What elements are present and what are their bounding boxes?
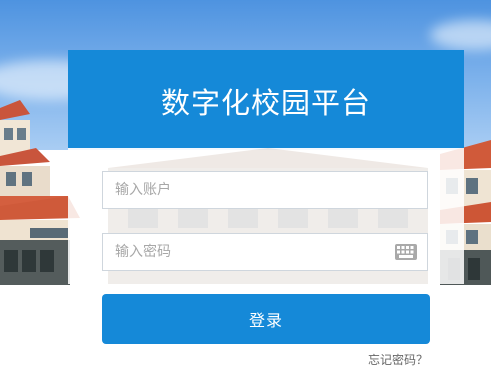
password-field[interactable]: [102, 233, 428, 271]
login-card: 数字化校园平台 登录 忘记密码？: [68, 50, 464, 368]
page-title: 数字化校园平台: [160, 86, 371, 120]
forgot-password-link[interactable]: 忘记密码？: [368, 351, 428, 368]
card-header: 数字化校园平台: [68, 50, 464, 148]
login-button[interactable]: 登录: [102, 294, 430, 344]
password-input[interactable]: [103, 234, 427, 270]
username-input[interactable]: [103, 172, 427, 208]
username-field[interactable]: [102, 171, 428, 209]
keyboard-icon[interactable]: [395, 244, 417, 260]
